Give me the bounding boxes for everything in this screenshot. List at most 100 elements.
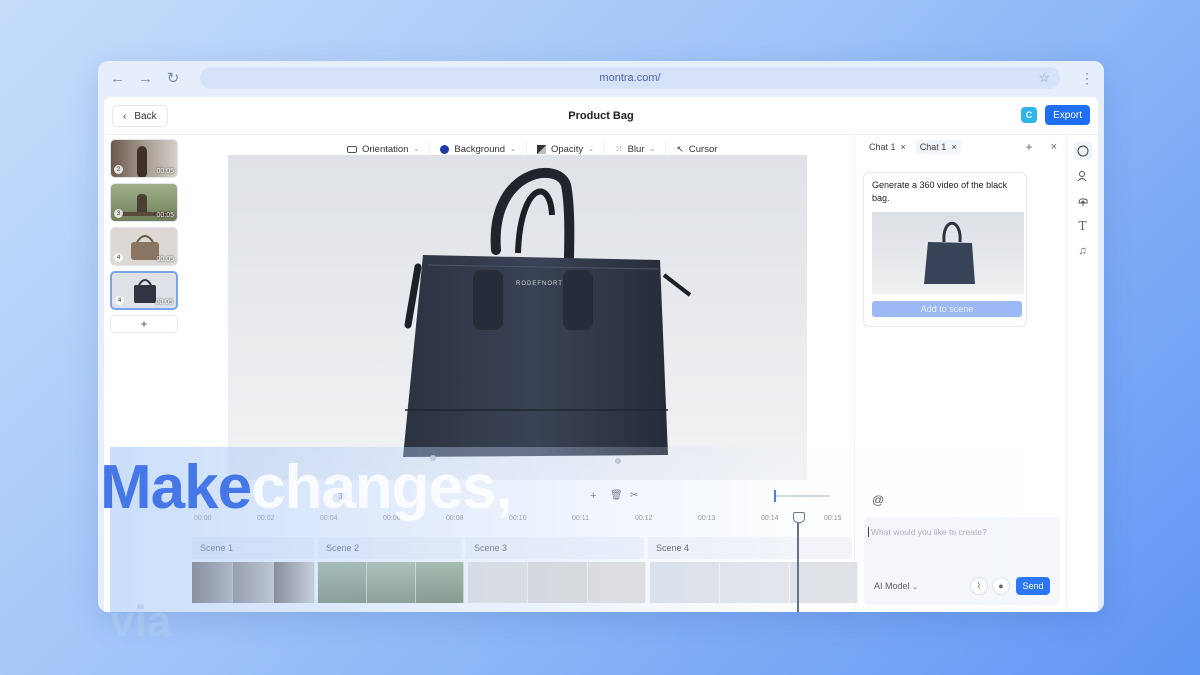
music-note-icon[interactable]: ♫	[1074, 242, 1092, 260]
frame-thumb	[274, 562, 314, 603]
scene3-filmstrip[interactable]	[468, 562, 646, 603]
scene-thumb[interactable]: 4 00:05	[110, 227, 178, 266]
close-tab-icon[interactable]: ×	[901, 142, 906, 152]
bookmark-star-icon[interactable]: ☆	[1038, 70, 1050, 86]
blur-label: Blur	[627, 143, 645, 155]
scene-list: 2 00:05 3 00:05 4 00:05 4 00:05 +	[110, 139, 180, 333]
scene-track-labels: Scene 1 Scene 2 Scene 3 Scene 4	[192, 537, 852, 559]
scene-thumb[interactable]: 3 00:05	[110, 183, 178, 222]
frame-thumb	[588, 562, 646, 603]
ruler-tick: 00:11	[572, 515, 589, 522]
scene-number: 2	[114, 165, 123, 174]
microphone-icon[interactable]: ●	[992, 577, 1010, 595]
bag-thumbnail-image	[924, 221, 975, 284]
caption-overlay: Makechanges,	[100, 452, 513, 523]
frame-thumb	[720, 562, 790, 603]
orientation-label: Orientation	[362, 143, 409, 155]
scene-number: 3	[114, 209, 123, 218]
frame-thumb	[318, 562, 367, 603]
chat-message-text: Generate a 360 video of the black bag.	[872, 180, 1008, 203]
export-button[interactable]: Export	[1045, 105, 1090, 125]
chevron-down-icon: ⌄	[912, 584, 918, 591]
preview-canvas[interactable]: RODEFNORT	[228, 155, 807, 480]
orientation-dropdown[interactable]: Orientation ⌄	[337, 142, 431, 156]
add-clip-icon[interactable]: +	[590, 490, 596, 502]
ai-model-label: AI Model	[874, 581, 910, 591]
editor-app: ‹ Back Product Bag C Export 2 00:05 3 00…	[104, 97, 1098, 612]
ruler-tick: 00:12	[635, 515, 653, 522]
mention-at-icon[interactable]: @	[872, 493, 884, 507]
new-chat-plus-icon[interactable]: +	[1026, 140, 1033, 154]
back-arrow-icon[interactable]: ←	[110, 70, 125, 87]
scene-duration: 00:05	[156, 256, 174, 263]
forward-arrow-icon[interactable]: →	[138, 70, 153, 87]
opacity-label: Opacity	[550, 143, 584, 155]
cursor-label: Cursor	[688, 143, 718, 155]
scene4-filmstrip[interactable]	[650, 562, 858, 603]
page-title: Product Bag	[568, 109, 634, 122]
chat-tab-active[interactable]: Chat 1 ×	[915, 140, 961, 154]
frame-thumb	[790, 562, 858, 603]
browser-toolbar: ← → ↻ montra.com/ ☆ ⋮	[98, 61, 1104, 95]
browser-window: ← → ↻ montra.com/ ☆ ⋮ ‹ Back Product Bag…	[98, 61, 1104, 612]
blur-icon: ⁙	[615, 143, 623, 154]
browser-menu-icon[interactable]: ⋮	[1080, 70, 1094, 87]
generated-bag-preview[interactable]	[872, 212, 1024, 294]
close-tab-icon[interactable]: ×	[951, 142, 956, 152]
chat-tab[interactable]: Chat 1 ×	[865, 140, 910, 154]
add-scene-button[interactable]: +	[110, 315, 178, 333]
people-icon[interactable]	[1074, 167, 1092, 185]
zoom-slider-handle[interactable]	[774, 490, 776, 502]
background-swatch-icon	[440, 144, 450, 154]
caption-word-make: Make	[100, 453, 252, 522]
add-to-scene-button[interactable]: Add to scene	[872, 301, 1022, 317]
zoom-slider[interactable]	[774, 490, 830, 502]
scene-thumb-selected[interactable]: 4 00:05	[110, 271, 178, 310]
upload-cloud-icon[interactable]	[1074, 192, 1092, 210]
ai-model-dropdown[interactable]: AI Model ⌄	[874, 581, 918, 591]
paperclip-icon[interactable]: ⌇	[970, 577, 988, 595]
blur-dropdown[interactable]: ⁙ Blur ⌄	[605, 142, 667, 156]
address-bar[interactable]: montra.com/ ☆	[200, 67, 1060, 89]
chevron-left-icon: ‹	[123, 110, 127, 122]
close-panel-icon[interactable]: ×	[1051, 141, 1057, 153]
reload-icon[interactable]: ↻	[166, 69, 180, 87]
frame-thumb	[416, 562, 464, 603]
chevron-down-icon: ⌄	[510, 146, 516, 153]
prompt-input[interactable]: What would you like to create?	[868, 527, 987, 537]
chat-message-card: Generate a 360 video of the black bag. A…	[863, 172, 1027, 327]
scene-thumb[interactable]: 2 00:05	[110, 139, 178, 178]
prompt-composer: What would you like to create? AI Model …	[864, 517, 1060, 605]
background-dropdown[interactable]: Background ⌄	[430, 142, 527, 156]
chat-tab-bar: Chat 1 × Chat 1 × + ×	[855, 135, 1065, 159]
send-button[interactable]: Send	[1016, 577, 1050, 595]
text-tool-icon[interactable]: T	[1074, 217, 1092, 235]
scene-track-label[interactable]: Scene 1	[192, 537, 314, 559]
timeline-playhead[interactable]	[793, 512, 805, 612]
ruler-tick: 00:15	[824, 515, 842, 522]
scene1-filmstrip[interactable]	[192, 562, 314, 603]
scene2-filmstrip[interactable]	[318, 562, 464, 603]
frame-thumb	[192, 562, 233, 603]
back-button[interactable]: ‹ Back	[112, 105, 168, 127]
bag-brand-label: RODEFNORT	[516, 281, 563, 287]
scene-track-label[interactable]: Scene 4	[648, 537, 852, 559]
background-label: Background	[454, 143, 506, 155]
chat-tab-label: Chat 1	[919, 142, 947, 152]
chevron-down-icon: ⌄	[588, 146, 595, 153]
scene-track-label[interactable]: Scene 3	[466, 537, 644, 559]
scene-number: 4	[114, 253, 123, 262]
scissors-icon[interactable]: ✂	[630, 490, 638, 501]
frame-thumb	[233, 562, 274, 603]
opacity-dropdown[interactable]: Opacity ⌄	[527, 142, 606, 156]
chat-bubble-icon[interactable]	[1073, 142, 1092, 160]
workspace-badge[interactable]: C	[1021, 107, 1037, 123]
cursor-tool[interactable]: ↖ Cursor	[666, 142, 727, 156]
scene-track-label[interactable]: Scene 2	[318, 537, 462, 559]
scene-duration: 00:05	[156, 168, 174, 175]
trash-icon[interactable]: 🗑	[610, 490, 623, 501]
cursor-icon: ↖	[676, 143, 684, 154]
ruler-tick: 00:13	[698, 515, 716, 522]
chevron-down-icon: ⌄	[649, 146, 656, 153]
caption-word-via: via	[110, 597, 172, 646]
